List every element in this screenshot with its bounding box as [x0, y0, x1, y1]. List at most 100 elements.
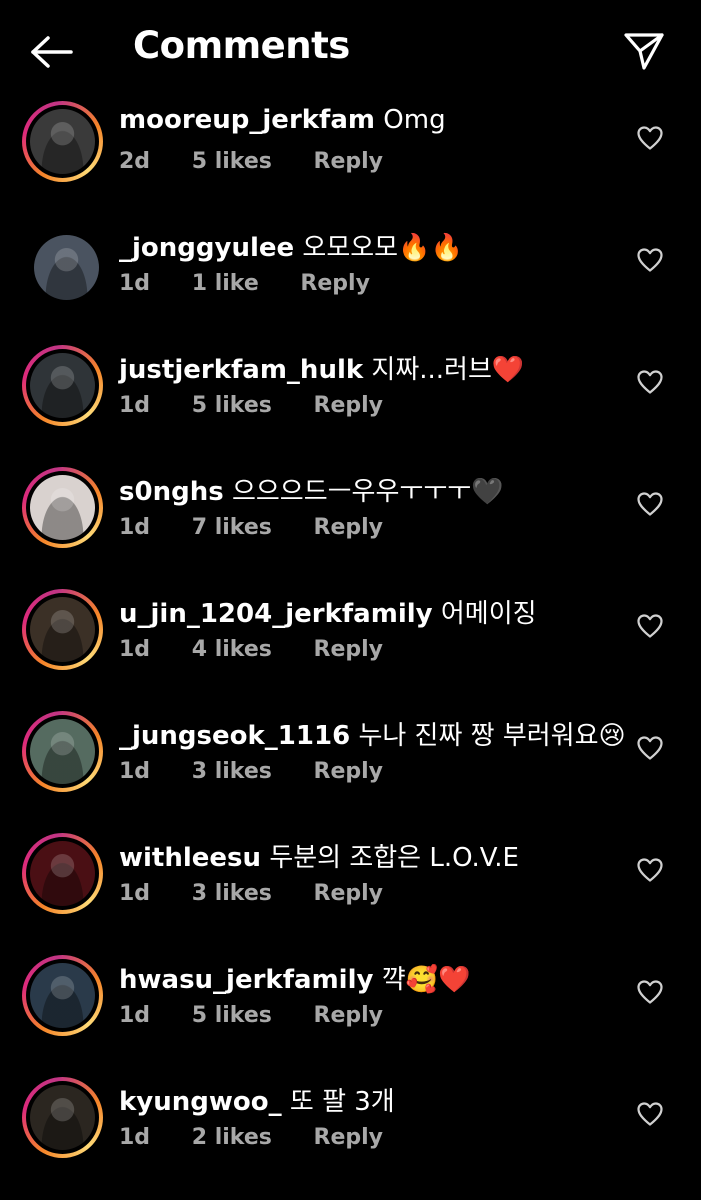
avatar[interactable] — [22, 955, 103, 1036]
comment-time: 1d — [119, 393, 151, 418]
comment-meta: 2d 5 likes Reply — [119, 149, 417, 174]
comments-list: mooreup_jerkfam Omg 2d 5 likes Reply _jo… — [0, 99, 701, 1197]
comment-username[interactable]: _jungseok_1116 — [119, 721, 350, 751]
comment-time: 1d — [119, 1125, 151, 1150]
arrow-left-icon — [31, 36, 73, 68]
avatar-image — [30, 963, 95, 1028]
comment-meta: 1d 5 likes Reply — [119, 1003, 417, 1028]
comment-row: kyungwoo_ 또 팔 3개 1d 2 likes Reply — [0, 1075, 701, 1197]
comment-likes[interactable]: 3 likes — [192, 759, 272, 784]
comment-meta: 1d 2 likes Reply — [119, 1125, 417, 1150]
avatar[interactable] — [22, 833, 103, 914]
comment-username[interactable]: s0nghs — [119, 477, 224, 507]
avatar-image — [30, 475, 95, 540]
comment-row: _jungseok_1116 누나 진짜 짱 부러워요😢 1d 3 likes … — [0, 709, 701, 831]
avatar-image — [30, 353, 95, 418]
comment-row: mooreup_jerkfam Omg 2d 5 likes Reply — [0, 99, 701, 221]
comment-meta: 1d 5 likes Reply — [119, 393, 417, 418]
reply-button[interactable]: Reply — [314, 637, 384, 662]
comment-likes[interactable]: 5 likes — [192, 393, 272, 418]
reply-button[interactable]: Reply — [314, 1003, 384, 1028]
comment-body: _jonggyulee 오모오모🔥🔥 — [119, 227, 463, 264]
comment-username[interactable]: _jonggyulee — [119, 233, 294, 263]
comment-likes[interactable]: 7 likes — [192, 515, 272, 540]
heart-icon[interactable] — [636, 735, 664, 761]
comment-row: justjerkfam_hulk 지짜...러브❤️ 1d 5 likes Re… — [0, 343, 701, 465]
reply-button[interactable]: Reply — [314, 881, 384, 906]
avatar-image — [30, 109, 95, 174]
comment-body: justjerkfam_hulk 지짜...러브❤️ — [119, 349, 524, 386]
avatar-image — [30, 719, 95, 784]
comment-body: u_jin_1204_jerkfamily 어메이징 — [119, 593, 537, 630]
comment-username[interactable]: u_jin_1204_jerkfamily — [119, 599, 433, 629]
comment-username[interactable]: withleesu — [119, 843, 261, 873]
avatar-image — [30, 1085, 95, 1150]
comment-body: withleesu 두분의 조합은 L.O.V.E — [119, 837, 519, 874]
comment-meta: 1d 7 likes Reply — [119, 515, 417, 540]
heart-icon[interactable] — [636, 247, 664, 273]
heart-icon[interactable] — [636, 613, 664, 639]
heart-icon[interactable] — [636, 491, 664, 517]
avatar[interactable] — [22, 711, 103, 792]
avatar[interactable] — [22, 467, 103, 548]
comment-text: 꺅🥰❤️ — [381, 965, 471, 995]
comments-header: Comments — [0, 0, 701, 100]
avatar[interactable] — [22, 223, 103, 304]
comment-likes[interactable]: 4 likes — [192, 637, 272, 662]
comment-meta: 1d 3 likes Reply — [119, 759, 417, 784]
avatar[interactable] — [22, 589, 103, 670]
comment-text: 오모오모🔥🔥 — [302, 233, 463, 263]
comment-username[interactable]: justjerkfam_hulk — [119, 355, 363, 385]
comment-likes[interactable]: 5 likes — [192, 149, 272, 174]
reply-button[interactable]: Reply — [300, 271, 370, 296]
comment-time: 1d — [119, 1003, 151, 1028]
heart-icon[interactable] — [636, 857, 664, 883]
comment-text: 지짜...러브❤️ — [371, 355, 525, 385]
reply-button[interactable]: Reply — [314, 393, 384, 418]
comment-body: hwasu_jerkfamily 꺅🥰❤️ — [119, 959, 470, 996]
page-title: Comments — [133, 24, 350, 67]
heart-icon[interactable] — [636, 979, 664, 1005]
comment-body: mooreup_jerkfam Omg — [119, 105, 446, 135]
back-button[interactable] — [28, 30, 76, 74]
comment-row: _jonggyulee 오모오모🔥🔥 1d 1 like Reply — [0, 221, 701, 343]
comment-text: 두분의 조합은 L.O.V.E — [269, 843, 519, 873]
comment-text: 또 팔 3개 — [289, 1087, 395, 1117]
reply-button[interactable]: Reply — [314, 515, 384, 540]
comment-meta: 1d 4 likes Reply — [119, 637, 417, 662]
comment-time: 1d — [119, 515, 151, 540]
comment-time: 2d — [119, 149, 151, 174]
comment-time: 1d — [119, 759, 151, 784]
comment-meta: 1d 1 like Reply — [119, 271, 404, 296]
comment-likes[interactable]: 1 like — [192, 271, 259, 296]
comment-row: hwasu_jerkfamily 꺅🥰❤️ 1d 5 likes Reply — [0, 953, 701, 1075]
comment-username[interactable]: kyungwoo_ — [119, 1087, 282, 1117]
share-button[interactable] — [621, 28, 667, 74]
comment-likes[interactable]: 5 likes — [192, 1003, 272, 1028]
comment-username[interactable]: hwasu_jerkfamily — [119, 965, 373, 995]
heart-icon[interactable] — [636, 125, 664, 151]
avatar[interactable] — [22, 1077, 103, 1158]
comment-time: 1d — [119, 881, 151, 906]
avatar[interactable] — [22, 101, 103, 182]
comment-likes[interactable]: 3 likes — [192, 881, 272, 906]
comment-time: 1d — [119, 637, 151, 662]
comment-text: 누나 진짜 짱 부러워요😢 — [358, 721, 626, 751]
comment-body: s0nghs 으으으드ㅡ우우ㅜㅜㅜ🖤 — [119, 471, 504, 508]
reply-button[interactable]: Reply — [314, 759, 384, 784]
avatar-image — [30, 597, 95, 662]
comment-username[interactable]: mooreup_jerkfam — [119, 105, 375, 135]
comment-time: 1d — [119, 271, 151, 296]
reply-button[interactable]: Reply — [314, 149, 384, 174]
avatar-image — [30, 841, 95, 906]
heart-icon[interactable] — [636, 369, 664, 395]
comment-row: s0nghs 으으으드ㅡ우우ㅜㅜㅜ🖤 1d 7 likes Reply — [0, 465, 701, 587]
comment-text: 어메이징 — [440, 599, 537, 629]
comment-row: u_jin_1204_jerkfamily 어메이징 1d 4 likes Re… — [0, 587, 701, 709]
heart-icon[interactable] — [636, 1101, 664, 1127]
comment-likes[interactable]: 2 likes — [192, 1125, 272, 1150]
avatar[interactable] — [22, 345, 103, 426]
comment-row: withleesu 두분의 조합은 L.O.V.E 1d 3 likes Rep… — [0, 831, 701, 953]
comment-meta: 1d 3 likes Reply — [119, 881, 417, 906]
reply-button[interactable]: Reply — [314, 1125, 384, 1150]
